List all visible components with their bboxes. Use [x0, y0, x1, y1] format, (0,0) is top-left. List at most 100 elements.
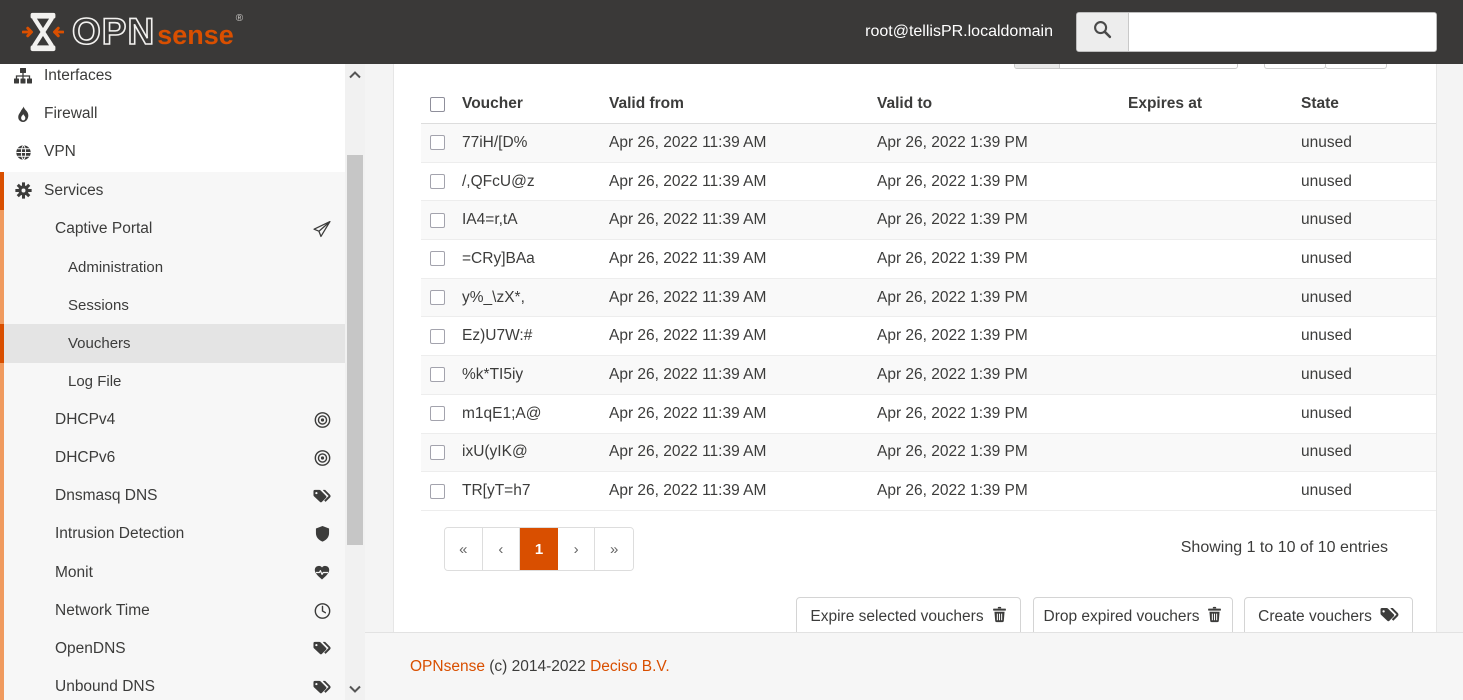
- valid-to: Apr 26, 2022 1:39 PM: [877, 327, 1028, 345]
- sidebar-item-label: OpenDNS: [55, 639, 126, 657]
- sidebar-item-dhcpv6[interactable]: DHCPv6: [0, 438, 345, 478]
- voucher-code: m1qE1;A@: [462, 404, 542, 422]
- search-addon[interactable]: [1077, 13, 1129, 51]
- valid-from: Apr 26, 2022 11:39 AM: [609, 443, 767, 461]
- nav-menu: Interfaces Firewall VPN Services Captive…: [0, 64, 345, 700]
- pagination-prev[interactable]: ‹: [482, 528, 521, 570]
- table-row: IA4=r,tA Apr 26, 2022 11:39 AM Apr 26, 2…: [421, 201, 1436, 241]
- column-header-expires-at[interactable]: Expires at: [1128, 95, 1291, 113]
- voucher-code: ixU(yIK@: [462, 443, 528, 461]
- state: unused: [1301, 133, 1352, 151]
- copyright-text: (c) 2014-2022: [489, 657, 586, 675]
- logged-in-user: root@tellisPR.localdomain: [865, 23, 1053, 40]
- state: unused: [1301, 172, 1352, 190]
- sidebar-item-log-file[interactable]: Log File: [0, 362, 345, 401]
- grid-search-input-cutoff[interactable]: [1060, 64, 1237, 68]
- globe-icon: [14, 144, 32, 161]
- global-search: [1076, 12, 1437, 52]
- sidebar-item-unbound-dns[interactable]: Unbound DNS: [0, 668, 345, 700]
- sidebar-item-dnsmasq-dns[interactable]: Dnsmasq DNS: [0, 477, 345, 516]
- table-row: ixU(yIK@ Apr 26, 2022 11:39 AM Apr 26, 2…: [421, 433, 1436, 473]
- row-checkbox[interactable]: [430, 212, 445, 228]
- expire-selected-vouchers-button[interactable]: Expire selected vouchers: [796, 597, 1021, 632]
- row-checkbox[interactable]: [430, 290, 445, 306]
- bullseye-icon: [313, 411, 331, 428]
- brand-sense: sense: [157, 20, 234, 50]
- row-checkbox[interactable]: [430, 483, 445, 499]
- button-label: Create vouchers: [1258, 608, 1372, 625]
- row-checkbox[interactable]: [430, 328, 445, 344]
- valid-to: Apr 26, 2022 1:39 PM: [877, 365, 1028, 383]
- sidebar-item-label: Services: [44, 181, 104, 199]
- pagination-page-1[interactable]: 1: [520, 528, 558, 570]
- sidebar-item-label: Captive Portal: [55, 219, 153, 237]
- sidebar-item-label: Vouchers: [68, 334, 131, 352]
- sidebar-item-label: Monit: [55, 563, 93, 581]
- valid-to: Apr 26, 2022 1:39 PM: [877, 249, 1028, 267]
- column-header-voucher[interactable]: Voucher: [462, 95, 609, 113]
- scroll-down-button[interactable]: [345, 680, 365, 698]
- table-row: Ez)U7W:# Apr 26, 2022 11:39 AM Apr 26, 2…: [421, 317, 1436, 357]
- valid-to: Apr 26, 2022 1:39 PM: [877, 404, 1028, 422]
- sidebar-item-network-time[interactable]: Network Time: [0, 591, 345, 630]
- drop-expired-vouchers-button[interactable]: Drop expired vouchers: [1033, 597, 1233, 632]
- state: unused: [1301, 327, 1352, 345]
- pagination-next[interactable]: ›: [557, 528, 596, 570]
- sidebar-item-vouchers[interactable]: Vouchers: [0, 324, 345, 363]
- row-checkbox[interactable]: [430, 135, 445, 151]
- row-checkbox[interactable]: [430, 174, 445, 190]
- sidebar-item-services[interactable]: Services: [0, 171, 345, 210]
- sidebar-item-label: Firewall: [44, 105, 98, 123]
- row-checkbox[interactable]: [430, 251, 445, 267]
- opnsense-footer-link[interactable]: OPNsense: [410, 658, 485, 675]
- sidebar-item-label: Administration: [68, 258, 164, 276]
- sidebar-item-captive-portal[interactable]: Captive Portal: [0, 209, 345, 248]
- sidebar-item-monit[interactable]: Monit: [0, 553, 345, 592]
- scroll-up-button[interactable]: [345, 66, 365, 84]
- column-header-valid-to[interactable]: Valid to: [877, 95, 1128, 113]
- opnsense-logo[interactable]: OPN sense ®: [22, 10, 243, 54]
- brand-opn: OPN: [71, 10, 156, 53]
- sidebar-item-label: Log File: [68, 373, 122, 391]
- grid-toolbar-button-cutoff[interactable]: [1264, 64, 1326, 69]
- sidebar-scrollbar-thumb[interactable]: [347, 155, 363, 545]
- sidebar-item-dhcpv4[interactable]: DHCPv4: [0, 400, 345, 439]
- table-row: m1qE1;A@ Apr 26, 2022 11:39 AM Apr 26, 2…: [421, 395, 1436, 434]
- row-checkbox[interactable]: [430, 367, 445, 383]
- create-vouchers-button[interactable]: Create vouchers: [1244, 597, 1413, 632]
- valid-to: Apr 26, 2022 1:39 PM: [877, 482, 1028, 500]
- gear-icon: [14, 182, 32, 199]
- table-row: TR[yT=h7 Apr 26, 2022 11:39 AM Apr 26, 2…: [421, 472, 1436, 511]
- valid-from: Apr 26, 2022 11:39 AM: [609, 365, 767, 383]
- deciso-footer-link[interactable]: Deciso B.V.: [590, 658, 670, 675]
- valid-to: Apr 26, 2022 1:39 PM: [877, 133, 1028, 151]
- shield-icon: [313, 526, 331, 543]
- column-header-valid-from[interactable]: Valid from: [609, 95, 877, 113]
- trash-icon: [992, 606, 1007, 628]
- valid-from: Apr 26, 2022 11:39 AM: [609, 327, 767, 345]
- voucher-code: TR[yT=h7: [462, 482, 531, 500]
- pagination-first[interactable]: «: [445, 528, 483, 570]
- pagination: « ‹ 1 › »: [444, 527, 634, 571]
- grid-toolbar-button-cutoff[interactable]: [1325, 64, 1387, 69]
- column-header-state[interactable]: State: [1291, 95, 1436, 113]
- grid-toolbar-cutoff: [1264, 64, 1387, 69]
- search-input[interactable]: [1129, 13, 1436, 51]
- sidebar-item-opendns[interactable]: OpenDNS: [0, 629, 345, 668]
- sidebar-item-intrusion-detection[interactable]: Intrusion Detection: [0, 515, 345, 554]
- page-footer: OPNsense (c) 2014-2022 Deciso B.V.: [365, 632, 1463, 700]
- select-all-checkbox[interactable]: [430, 96, 445, 112]
- row-checkbox[interactable]: [430, 444, 445, 460]
- row-checkbox[interactable]: [430, 406, 445, 422]
- sidebar-item-administration[interactable]: Administration: [0, 247, 345, 287]
- tags-icon: [313, 640, 331, 657]
- pagination-last[interactable]: »: [595, 528, 633, 570]
- sidebar-item-vpn[interactable]: VPN: [0, 133, 345, 171]
- table-row: y%_\zX*, Apr 26, 2022 11:39 AM Apr 26, 2…: [421, 278, 1436, 318]
- search-icon: [1093, 20, 1112, 44]
- sidebar-item-sessions[interactable]: Sessions: [0, 286, 345, 325]
- voucher-code: Ez)U7W:#: [462, 327, 533, 345]
- sidebar-item-firewall[interactable]: Firewall: [0, 95, 345, 133]
- sidebar-item-interfaces[interactable]: Interfaces: [0, 64, 345, 95]
- brand-text: OPN sense ®: [71, 10, 243, 53]
